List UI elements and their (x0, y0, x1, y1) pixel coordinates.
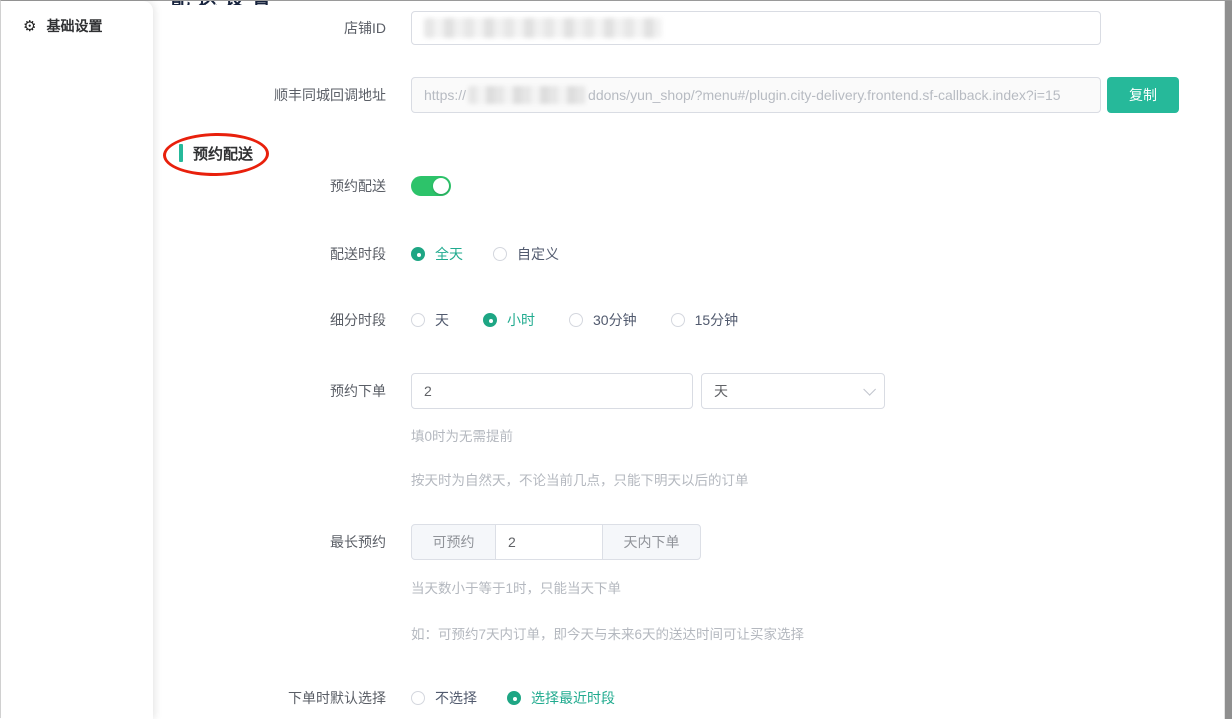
reserve-toggle-label: 预约配送 (153, 176, 386, 196)
radio-icon (411, 247, 425, 261)
shop-id-row: 店铺ID (153, 11, 1225, 45)
delivery-period-row: 配送时段 全天 自定义 (153, 244, 1225, 264)
radio-day[interactable]: 天 (411, 310, 449, 330)
page-title-clipped: 配送设置 (171, 1, 391, 5)
reserve-order-input[interactable]: 2 (411, 373, 693, 409)
sf-callback-row: 顺丰同城回调地址 https:// ddons/yun_shop/?menu#/… (153, 77, 1225, 113)
reserve-order-row: 预约下单 2 天 (153, 373, 1225, 409)
sidebar: ⚙ 基础设置 (1, 1, 153, 719)
reserve-order-help-2: 按天时为自然天，不论当前几点，只能下明天以后的订单 (411, 469, 749, 489)
radio-icon (411, 691, 425, 705)
reserve-delivery-toggle[interactable] (411, 176, 451, 196)
gear-icon: ⚙ (23, 19, 36, 34)
settings-form: 店铺ID 顺丰同城回调地址 https:// ddons/yun_shop/?m… (153, 1, 1225, 719)
radio-icon (493, 247, 507, 261)
sub-period-row: 细分时段 天 小时 30分钟 15分钟 (153, 310, 1225, 330)
sf-callback-url-input[interactable]: https:// ddons/yun_shop/?menu#/plugin.ci… (411, 77, 1101, 113)
radio-15min[interactable]: 15分钟 (671, 310, 739, 330)
max-reserve-append: 天内下单 (602, 525, 700, 559)
section-title: 预约配送 (193, 143, 253, 164)
url-prefix: https:// (424, 87, 466, 103)
section-header: 预约配送 (179, 142, 1225, 164)
max-reserve-prepend: 可预约 (412, 525, 496, 559)
chevron-down-icon (863, 383, 876, 396)
radio-icon (507, 691, 521, 705)
max-reserve-help-1: 当天数小于等于1时，只能当天下单 (411, 577, 621, 597)
shop-id-input[interactable] (411, 11, 1101, 45)
max-reserve-label: 最长预约 (153, 532, 386, 552)
help-row: 当天数小于等于1时，只能当天下单 (153, 577, 1225, 597)
reserve-order-label: 预约下单 (153, 381, 386, 401)
radio-no-select[interactable]: 不选择 (411, 688, 477, 708)
max-reserve-group: 可预约 2 天内下单 (411, 524, 701, 560)
radio-icon (671, 313, 685, 327)
section-bar (179, 144, 183, 162)
max-reserve-help-2: 如：可预约7天内订单，即今天与未来6天的送达时间可让买家选择 (411, 623, 804, 643)
shop-id-label: 店铺ID (153, 18, 386, 38)
radio-custom[interactable]: 自定义 (493, 244, 559, 264)
reserve-toggle-row: 预约配送 (153, 176, 1225, 196)
delivery-period-label: 配送时段 (153, 244, 386, 264)
radio-icon (569, 313, 583, 327)
redacted-domain (468, 86, 586, 104)
radio-icon (411, 313, 425, 327)
radio-icon (483, 313, 497, 327)
reserve-order-help-1: 填0时为无需提前 (411, 425, 513, 445)
radio-30min[interactable]: 30分钟 (569, 310, 637, 330)
radio-nearest-period[interactable]: 选择最近时段 (507, 688, 615, 708)
default-select-label: 下单时默认选择 (153, 688, 386, 708)
help-row: 填0时为无需提前 (153, 425, 1225, 445)
sub-period-label: 细分时段 (153, 310, 386, 330)
max-reserve-input[interactable]: 2 (496, 525, 602, 559)
toggle-knob (433, 178, 449, 194)
redacted-shop-id-value (424, 18, 662, 38)
scrollbar[interactable] (1224, 1, 1232, 719)
help-row: 如：可预约7天内订单，即今天与未来6天的送达时间可让买家选择 (153, 623, 1225, 643)
copy-button[interactable]: 复制 (1107, 77, 1179, 113)
help-row: 按天时为自然天，不论当前几点，只能下明天以后的订单 (153, 469, 1225, 489)
sf-callback-label: 顺丰同城回调地址 (153, 85, 386, 105)
url-suffix: ddons/yun_shop/?menu#/plugin.city-delive… (588, 87, 1061, 103)
sidebar-item-label: 基础设置 (46, 16, 102, 36)
radio-hour[interactable]: 小时 (483, 310, 535, 330)
max-reserve-row: 最长预约 可预约 2 天内下单 (153, 524, 1225, 560)
reserve-order-unit-select[interactable]: 天 (701, 373, 885, 409)
default-select-row: 下单时默认选择 不选择 选择最近时段 (153, 688, 1225, 708)
sidebar-item-basic-settings[interactable]: ⚙ 基础设置 (1, 1, 153, 36)
radio-all-day[interactable]: 全天 (411, 244, 463, 264)
